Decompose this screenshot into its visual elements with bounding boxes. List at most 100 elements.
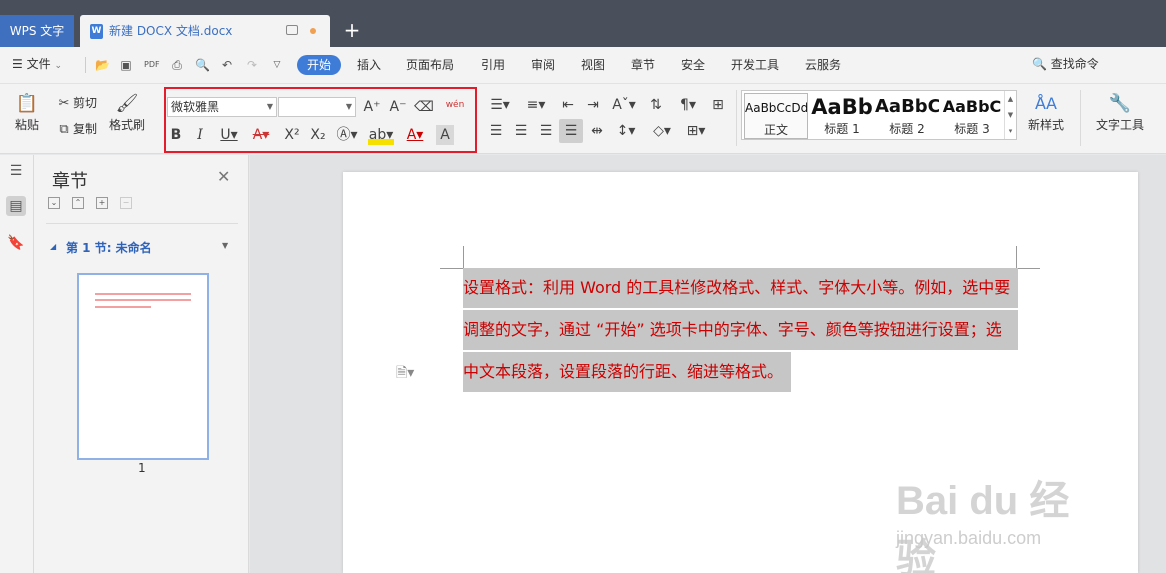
bookmark-icon[interactable]: 🔖 (6, 233, 26, 253)
change-case-icon[interactable]: Aˇ▾ (610, 95, 638, 115)
undo-icon[interactable]: ↶ (220, 58, 234, 72)
bullet-list-icon[interactable]: ☰▾ (486, 95, 514, 115)
expand-gallery-icon[interactable]: ▾ (1005, 123, 1016, 139)
clear-format-icon[interactable]: ⌫ (414, 97, 434, 117)
pinyin-guide-icon[interactable]: wén (442, 95, 468, 115)
save-icon[interactable]: ▣ (119, 58, 133, 72)
close-icon[interactable]: ✕ (217, 167, 230, 186)
style-normal[interactable]: AaBbCcDd 正文 (744, 93, 808, 139)
crop-mark (440, 268, 463, 269)
menu-view[interactable]: 视图 (581, 47, 605, 84)
italic-icon[interactable]: I (191, 125, 209, 145)
chevron-up-icon[interactable]: ▲ (1005, 91, 1016, 107)
underline-icon[interactable]: U▾ (216, 125, 242, 145)
file-menu[interactable]: ☰ 文件 ⌄ (12, 47, 62, 84)
new-style-button[interactable]: ÅA 新样式 (1022, 92, 1070, 133)
paragraph-marks-icon[interactable]: ¶▾ (674, 95, 702, 115)
grow-font-icon[interactable]: A⁺ (362, 97, 382, 117)
subscript-icon[interactable]: X₂ (308, 125, 328, 145)
style-sample: AaBbC (875, 96, 939, 117)
text-tools-button[interactable]: 🔧 文字工具 (1090, 92, 1150, 133)
print-icon[interactable]: ⎙ (170, 58, 184, 72)
copy-icon: ⧉ (59, 121, 69, 137)
align-left-icon[interactable]: ☰ (486, 121, 506, 141)
display-icon[interactable] (286, 25, 298, 35)
bold-icon[interactable]: B (167, 125, 185, 145)
customize-chevron-icon[interactable]: ▽ (270, 58, 284, 72)
divider (46, 223, 238, 224)
shrink-font-icon[interactable]: A⁻ (388, 97, 408, 117)
increase-indent-icon[interactable]: ⇥ (583, 95, 603, 115)
paste-label: 粘贴 (14, 118, 39, 132)
distribute-icon[interactable]: ⇹ (587, 121, 607, 141)
numbered-list-icon[interactable]: ≡▾ (522, 95, 550, 115)
menu-insert[interactable]: 插入 (357, 47, 381, 84)
print-preview-icon[interactable]: 🔍 (195, 58, 210, 72)
menu-home[interactable]: 开始 (297, 55, 342, 75)
style-heading-2[interactable]: AaBbC 标题 2 (875, 93, 939, 139)
baidu-watermark: Bai du 经验 jingyan.baidu.com (876, 450, 1106, 573)
document-tab-title: 新建 DOCX 文档.docx (109, 24, 233, 38)
style-heading-1[interactable]: AaBb 标题 1 (810, 93, 874, 139)
superscript-icon[interactable]: X² (282, 125, 302, 145)
font-size-combo[interactable]: ▼ (278, 97, 356, 117)
open-icon[interactable]: 📂 (95, 58, 110, 72)
menu-review[interactable]: 审阅 (531, 47, 555, 84)
format-painter-label: 格式刷 (108, 118, 145, 132)
page-thumbnail[interactable] (77, 273, 209, 460)
crop-mark (1016, 268, 1040, 269)
style-heading-3[interactable]: AaBbC 标题 3 (940, 93, 1004, 139)
align-center-icon[interactable]: ☰ (511, 121, 531, 141)
outline-icon[interactable]: ☰ (6, 161, 26, 181)
menu-references[interactable]: 引用 (481, 47, 505, 84)
divider (85, 57, 86, 73)
tab-wps-app[interactable]: WPS 文字 (0, 15, 74, 47)
format-painter-button[interactable]: 🖌 格式刷 (107, 92, 147, 133)
remove-section-icon[interactable]: − (120, 197, 132, 209)
redo-icon[interactable]: ↷ (245, 58, 259, 72)
borders-icon[interactable]: ⊞▾ (682, 121, 710, 141)
gallery-scroll[interactable]: ▲ ▼ ▾ (1004, 91, 1016, 139)
justify-icon[interactable]: ☰ (559, 119, 583, 143)
font-name-combo[interactable]: 微软雅黑 ▼ (167, 97, 277, 117)
paint-brush-icon: 🖌 (115, 93, 139, 114)
menu-chapter[interactable]: 章节 (631, 47, 655, 84)
strikethrough-icon[interactable]: A▾ (248, 125, 274, 145)
section-item[interactable]: 第 1 节: 未命名 (66, 239, 152, 256)
menu-page-layout[interactable]: 页面布局 (406, 47, 454, 84)
pdf-icon[interactable]: PDF (144, 58, 160, 72)
decrease-indent-icon[interactable]: ⇤ (558, 95, 578, 115)
ribbon-toolbar: 📋 粘贴 ✂ 剪切 ⧉ 复制 🖌 格式刷 微软雅黑 ▼ ▼ A⁺ A⁻ ⌫ wén … (0, 84, 1166, 154)
menu-cloud[interactable]: 云服务 (805, 47, 841, 84)
add-section-icon[interactable]: + (96, 197, 108, 209)
text-effect-icon[interactable]: Ⓐ▾ (334, 125, 360, 145)
line-spacing-icon[interactable]: ↕▾ (612, 121, 640, 141)
chevron-down-icon[interactable]: ▼ (222, 241, 228, 250)
sort-icon[interactable]: ⇅ (646, 95, 666, 115)
text-line: 调整的文字，通过 “开始” 选项卡中的字体、字号、颜色等按钮进行设置；选 (463, 310, 1018, 350)
paste-options-icon[interactable]: 🗎▾ (396, 362, 414, 386)
collapse-up-icon[interactable]: ⌃ (72, 197, 84, 209)
find-command[interactable]: 🔍 查找命令 (1032, 47, 1099, 82)
find-command-label: 查找命令 (1050, 57, 1099, 71)
align-right-icon[interactable]: ☰ (536, 121, 556, 141)
crop-mark (1016, 246, 1017, 268)
font-color-icon[interactable]: A▾ (402, 125, 428, 145)
tab-document[interactable]: W 新建 DOCX 文档.docx (80, 15, 330, 47)
paste-button[interactable]: 📋 粘贴 (10, 92, 44, 133)
shading-icon[interactable]: ◇▾ (648, 121, 676, 141)
collapse-down-icon[interactable]: ⌄ (48, 197, 60, 209)
copy-label: 复制 (73, 122, 98, 136)
cut-button[interactable]: ✂ 剪切 (55, 94, 97, 113)
chapter-nav-icon[interactable]: ▤ (6, 196, 26, 216)
copy-button[interactable]: ⧉ 复制 (55, 120, 97, 139)
menu-developer[interactable]: 开发工具 (731, 47, 779, 84)
table-layout-icon[interactable]: ⊞ (708, 95, 728, 115)
hamburger-icon: ☰ (12, 57, 23, 71)
unsaved-dot-icon (310, 28, 316, 34)
character-shading-icon[interactable]: A (436, 125, 454, 145)
menu-security[interactable]: 安全 (681, 47, 705, 84)
highlight-color-icon[interactable]: ab▾ (368, 125, 394, 145)
new-tab-button[interactable]: + (342, 16, 362, 44)
chevron-down-icon[interactable]: ▼ (1005, 107, 1016, 123)
